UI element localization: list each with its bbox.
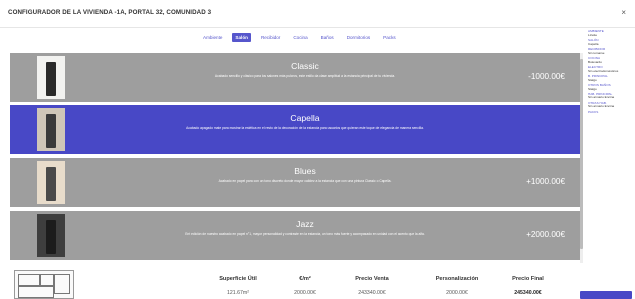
floor-plan-room	[18, 286, 54, 298]
totals-header: €/m²	[299, 276, 311, 282]
totals-value: 121.67m²	[227, 290, 249, 296]
tab-recibidor[interactable]: Recibidor	[258, 33, 283, 42]
floor-plan-room	[18, 274, 40, 286]
totals-header: Precio Venta	[355, 276, 389, 282]
summary-item-cocina: COCINA Bulevardo	[588, 56, 632, 64]
summary-item-recibidor: RECIBIDOR Sin tomarse	[588, 47, 632, 55]
option-card-jazz[interactable]: Jazz Ent edición de nuestro acabado en p…	[10, 211, 580, 260]
summary-value: Stalgo	[588, 77, 597, 82]
totals-area: Superficie Útil 121.67m²	[203, 276, 273, 296]
selection-summary: AMBIENTE Lizette SALÓN Capella RECIBIDOR…	[588, 29, 632, 116]
floor-plan-image	[14, 270, 74, 299]
totals-customization: Personalización 2000.00€	[412, 276, 502, 296]
summary-value: Capella	[588, 41, 599, 46]
totals-sale-price: Precio Venta 243340.00€	[337, 276, 407, 296]
totals-value: 245340.00€	[514, 290, 542, 296]
tab-salon[interactable]: Salón	[232, 32, 251, 42]
option-price: -1000.00€	[528, 72, 565, 81]
option-description: Acabado sencillo y clásico para los salo…	[214, 74, 396, 78]
confirm-button[interactable]	[580, 291, 632, 299]
page-title: CONFIGURADOR DE LA VIVIENDA -1A, PORTAL …	[8, 9, 212, 16]
option-thumbnail	[37, 214, 65, 257]
option-description: Ent edición de nuestro acabado en papel …	[185, 232, 425, 236]
option-name: Capella	[290, 113, 320, 123]
thumbnail-door	[46, 167, 56, 201]
close-icon[interactable]: ×	[621, 8, 626, 17]
summary-value: Lizette	[588, 32, 598, 37]
tab-banos[interactable]: Baños	[318, 33, 337, 42]
totals-header: Personalización	[435, 276, 479, 282]
floor-plan-room	[54, 274, 70, 294]
option-name: Blues	[294, 166, 316, 176]
summary-item-otras-hab: OTRAS HAB. Sin armario Encina	[588, 101, 632, 109]
tab-cocina[interactable]: Cocina	[290, 33, 310, 42]
option-card-blues[interactable]: Blues Acabado en papel para con un tono …	[10, 158, 580, 207]
totals-final-price: Precio Final 245340.00€	[493, 276, 563, 296]
tab-packs[interactable]: Packs	[380, 33, 399, 42]
option-price: +1000.00€	[526, 177, 565, 186]
option-price: +2000.00€	[526, 230, 565, 239]
summary-item-packs: PACKS	[588, 109, 632, 115]
option-name: Jazz	[296, 219, 314, 229]
option-name: Classic	[291, 61, 319, 71]
summary-value: Bulevardo	[588, 59, 602, 64]
summary-item-salon: SALÓN Capella	[588, 38, 632, 46]
tab-ambiente[interactable]: Ambiente	[200, 33, 225, 42]
room-tabs: Ambiente Salón Recibidor Cocina Baños Do…	[200, 32, 399, 42]
option-card-capella[interactable]: Capella Acabado apagado mate para mostra…	[10, 105, 580, 154]
totals-value: 2000.00€	[446, 290, 468, 296]
summary-value: Sin armario Encina	[588, 104, 615, 109]
summary-value: Sin armario Encina	[588, 95, 615, 100]
option-description: Acabado en papel para con un tono discre…	[218, 179, 392, 183]
summary-item-hab-principal: HAB. PRINCIPAL Sin armario Encina	[588, 92, 632, 100]
options-scrollbar[interactable]	[580, 53, 583, 263]
summary-value: Sin tomarse	[588, 50, 605, 55]
tab-dormitorios[interactable]: Dormitorios	[344, 33, 373, 42]
option-card-classic[interactable]: Classic Acabado sencillo y clásico para …	[10, 53, 580, 102]
totals-price-per-m2: €/m² 2000.00€	[282, 276, 328, 296]
summary-item-electro: ELECTRO Sin electrodomésticos	[588, 65, 632, 73]
option-thumbnail	[37, 108, 65, 151]
summary-label: PACKS	[588, 109, 599, 114]
totals-value: 243340.00€	[358, 290, 386, 296]
summary-item-otros-banos: OTROS BAÑOS Stalgo	[588, 83, 632, 91]
summary-value: Sin electrodomésticos	[588, 68, 619, 73]
summary-item-ambiente: AMBIENTE Lizette	[588, 29, 632, 37]
totals-header: Superficie Útil	[219, 276, 257, 282]
scrollbar-thumb[interactable]	[580, 59, 583, 249]
modal-header: CONFIGURADOR DE LA VIVIENDA -1A, PORTAL …	[0, 0, 635, 28]
thumbnail-door	[46, 220, 56, 254]
thumbnail-door	[46, 62, 56, 96]
totals-header: Precio Final	[512, 276, 544, 282]
totals-value: 2000.00€	[294, 290, 316, 296]
option-thumbnail	[37, 56, 65, 99]
summary-item-bano-principal: B. PRINCIPAL Stalgo	[588, 74, 632, 82]
option-thumbnail	[37, 161, 65, 204]
summary-value: Stalgo	[588, 86, 597, 91]
option-description: Acabado apagado mate para mostrar la est…	[186, 126, 424, 130]
finish-options-list: Classic Acabado sencillo y clásico para …	[10, 53, 580, 263]
floor-plan-room	[40, 274, 54, 286]
thumbnail-door	[46, 114, 56, 148]
